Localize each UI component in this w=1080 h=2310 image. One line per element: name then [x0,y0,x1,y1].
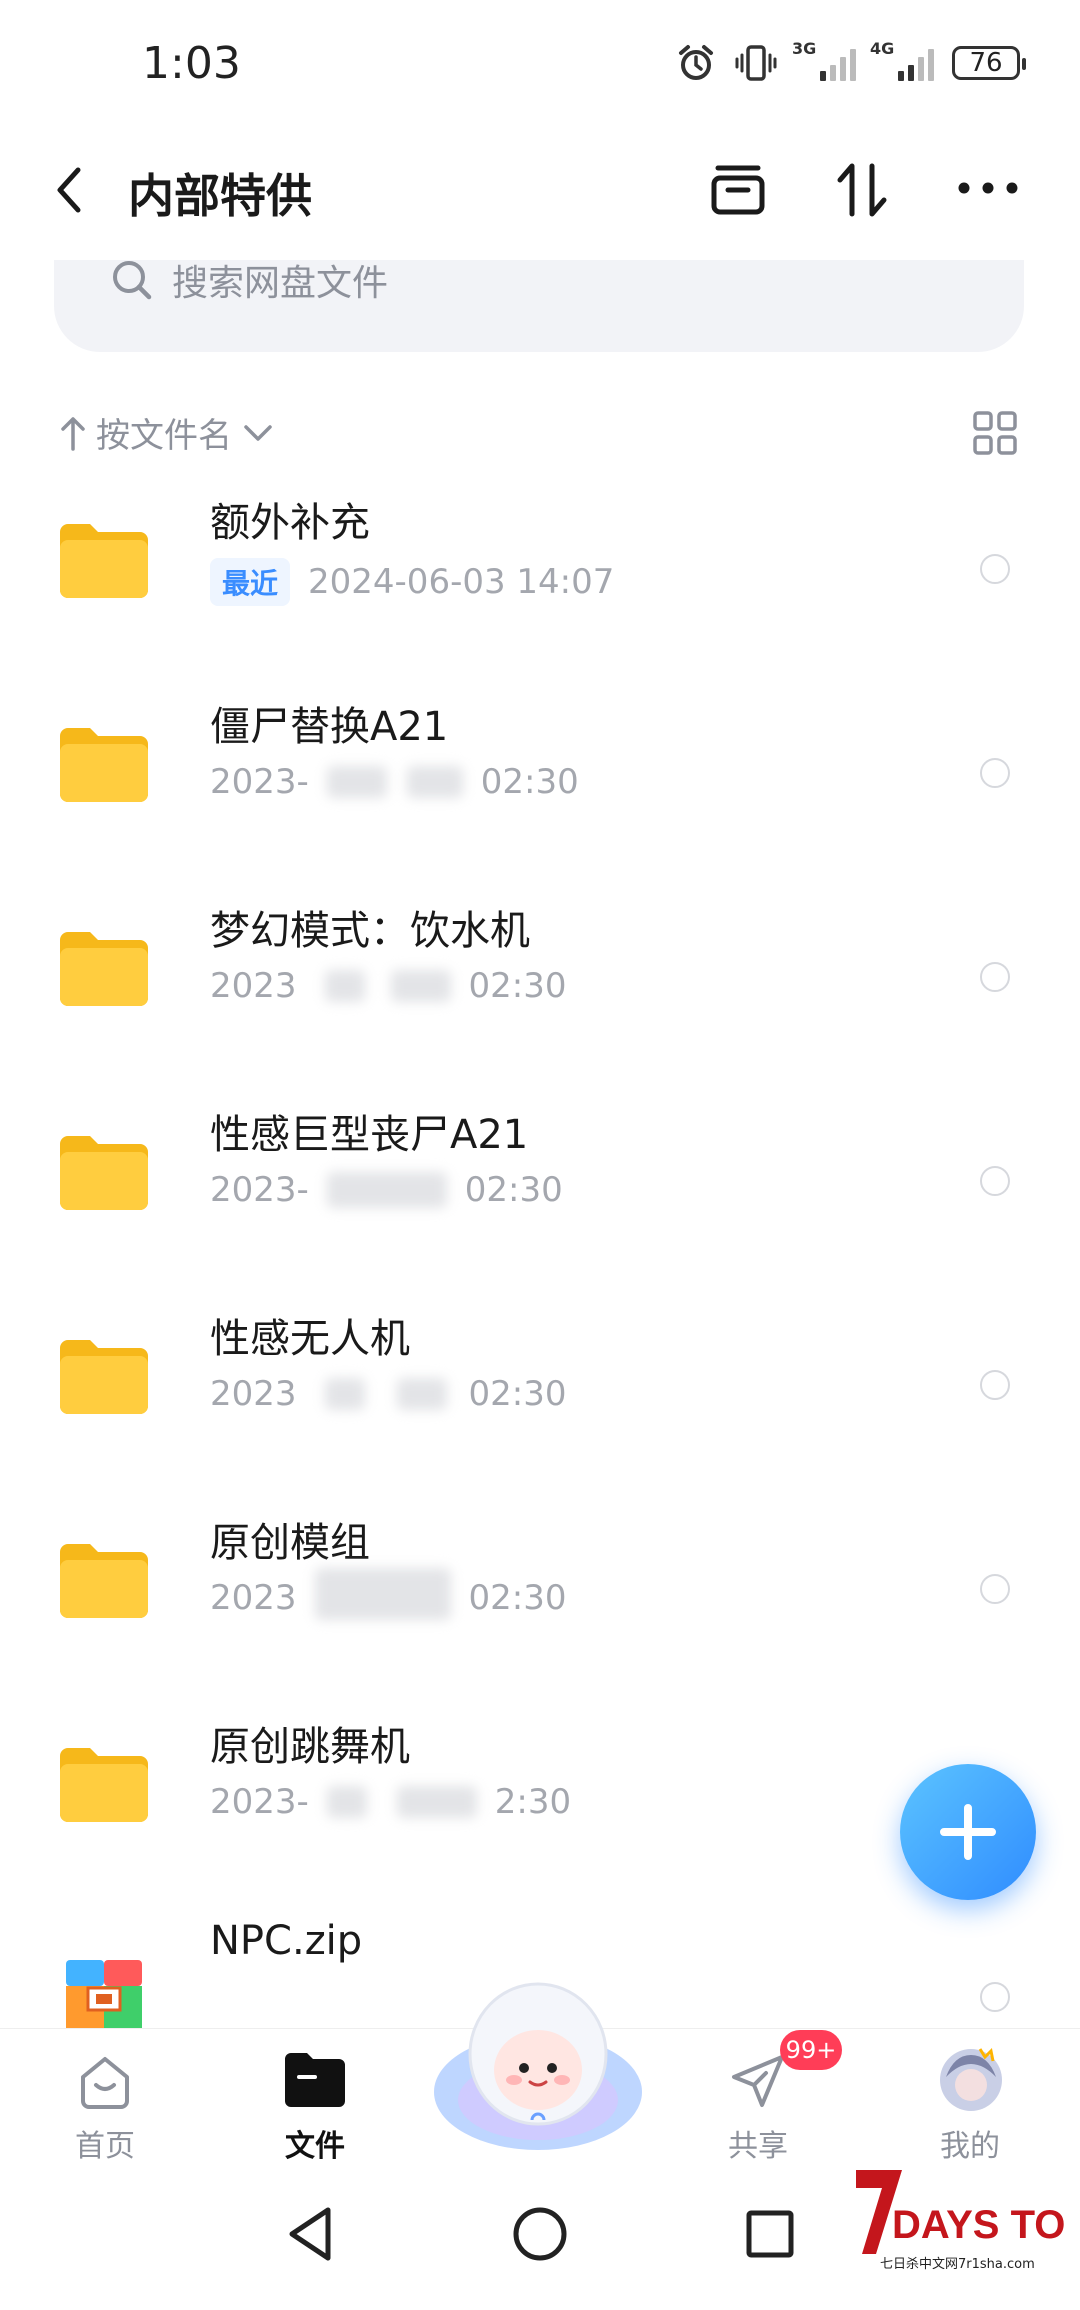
select-radio[interactable] [980,1574,1010,1604]
nav-files-label: 文件 [285,2129,345,2164]
arrow-up-icon [61,416,85,451]
folder-icon [60,728,148,802]
7days-to-die-watermark: DAYS TO DIE 七日杀中文网7r1sha.com [856,2170,1068,2272]
alarm-icon [679,45,713,80]
redacted-date [326,762,463,802]
home-icon [81,2057,129,2109]
sort-label: 按文件名 [96,416,232,456]
sort-by-name-button[interactable]: 按文件名 [58,408,276,457]
status-icons: 3G 4G 76 [676,39,1026,86]
watermark-title: DAYS TO DIE [892,2203,1068,2247]
folder-icon [60,524,148,598]
search-input[interactable]: 搜索网盘文件 [172,254,388,306]
redacted-date [315,966,451,1006]
system-back-icon[interactable] [284,2204,336,2264]
file-name: 僵尸替换A21 [210,704,449,750]
nav-home[interactable]: 首页 [35,2029,175,2179]
chevron-down-icon [244,424,272,441]
file-date-start: 2023 [210,1374,297,1414]
redacted-date [326,1782,477,1822]
system-home-icon[interactable] [510,2204,570,2264]
folder-filled-icon [285,2053,345,2107]
file-name: 性感无人机 [210,1316,410,1362]
file-meta: 2023 02:30 [210,966,567,1006]
battery-indicator: 76 [952,46,1026,80]
archive-icon[interactable] [708,160,768,220]
file-name: 梦幻模式：饮水机 [210,908,530,954]
list-item[interactable]: 额外补充 最近 2024-06-03 14:07 [0,470,1080,674]
file-date-end: 02:30 [480,762,579,802]
file-name: 额外补充 [210,500,370,546]
file-meta: 2023 02:30 [210,1568,567,1620]
plus-icon [940,1804,996,1860]
folder-icon [60,1340,148,1414]
folder-icon [60,1136,148,1210]
file-meta: 2023 02:30 [210,1374,567,1414]
list-item[interactable]: 性感无人机 2023 02:30 [0,1286,1080,1490]
file-name: 原创跳舞机 [210,1724,410,1770]
select-radio[interactable] [980,1370,1010,1400]
file-meta: 最近 2024-06-03 14:07 [210,558,614,606]
file-meta: 2023- 02:30 [210,762,579,802]
file-date-start: 2023 [210,1578,297,1618]
sort-order-icon[interactable] [832,158,892,222]
net-label-3g: 3G [792,39,817,58]
status-time: 1:03 [142,38,241,89]
vibrate-icon [735,45,777,81]
file-date-start: 2023- [210,1170,309,1210]
share-count-badge: 99+ [780,2030,842,2070]
file-date-start: 2023 [210,966,297,1006]
file-date-end: 2:30 [494,1782,572,1822]
file-date-end: 02:30 [468,1578,567,1618]
recent-badge: 最近 [210,558,291,606]
search-icon [113,261,152,300]
redacted-date [314,1568,451,1620]
watermark-subtitle: 七日杀中文网7r1sha.com [880,2257,1035,2272]
file-date-end: 02:30 [464,1170,563,1210]
nav-share-label: 共享 [728,2129,788,2164]
nav-home-label: 首页 [75,2129,135,2164]
signal-4g-icon: 4G [870,39,934,81]
file-name: 原创模组 [210,1520,370,1566]
redacted-date [326,1170,447,1210]
file-meta: 2023- 02:30 [210,1170,563,1210]
nav-files[interactable]: 文件 [245,2029,385,2179]
file-meta: 2023- 2:30 [210,1782,571,1822]
more-options-icon[interactable] [956,168,1020,208]
redacted-date [315,1374,451,1414]
file-name: 性感巨型丧尸A21 [210,1112,529,1158]
send-icon [732,2055,784,2107]
select-radio[interactable] [980,554,1010,584]
zip-file-icon [66,1960,142,2036]
list-item[interactable]: 僵尸替换A21 2023- 02:30 [0,674,1080,878]
list-item[interactable]: 梦幻模式：饮水机 2023 02:30 [0,878,1080,1082]
add-button[interactable] [900,1764,1036,1900]
folder-icon [60,932,148,1006]
grid-view-icon[interactable] [972,410,1018,456]
avatar [940,2047,1002,2111]
nav-me-label: 我的 [940,2129,1000,2164]
select-radio[interactable] [980,1166,1010,1196]
folder-icon [60,1544,148,1618]
folder-icon [60,1748,148,1822]
file-date: 2024-06-03 14:07 [308,562,615,602]
signal-3g-icon: 3G [792,39,856,81]
system-recents-icon[interactable] [744,2208,796,2260]
back-arrow-icon[interactable] [50,160,90,220]
file-date-start: 2023- [210,1782,309,1822]
file-date-end: 02:30 [468,1374,567,1414]
page-title: 内部特供 [128,169,312,223]
list-item[interactable]: 原创模组 2023 02:30 [0,1490,1080,1694]
select-radio[interactable] [980,758,1010,788]
list-item[interactable]: 性感巨型丧尸A21 2023- 02:30 [0,1082,1080,1286]
file-date-start: 2023- [210,762,309,802]
select-radio[interactable] [980,962,1010,992]
file-name: NPC.zip [210,1918,363,1964]
net-label-4g: 4G [870,39,895,58]
mascot-assistant-icon[interactable] [430,1972,646,2152]
file-date-end: 02:30 [468,966,567,1006]
nav-me[interactable]: 我的 [900,2029,1040,2179]
select-radio[interactable] [980,1982,1010,2012]
